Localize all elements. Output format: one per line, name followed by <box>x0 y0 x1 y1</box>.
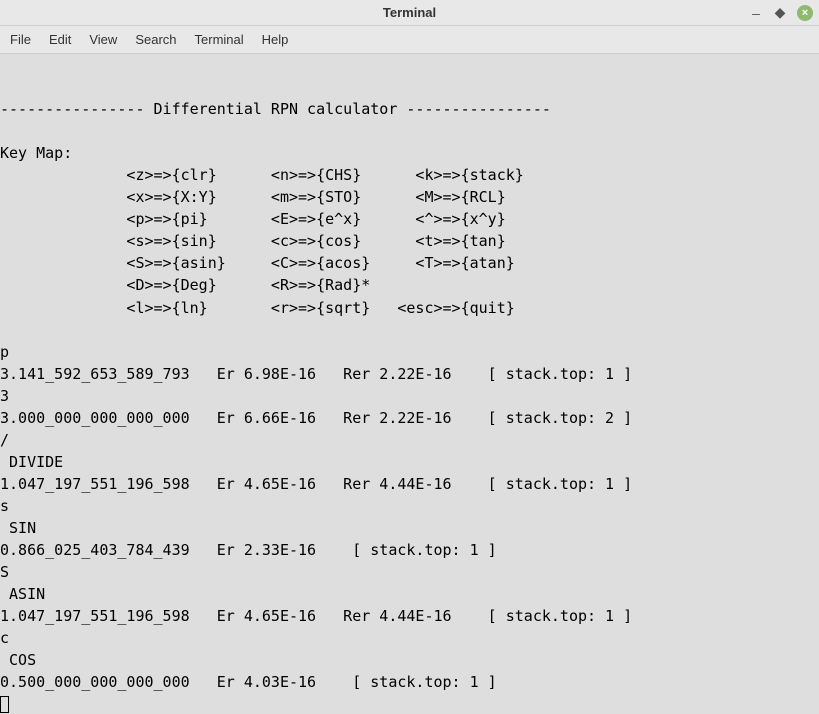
terminal-line: p <box>0 343 9 361</box>
window-controls: – ◆ × <box>749 4 813 21</box>
terminal-line: 3.000_000_000_000_000 Er 6.66E-16 Rer 2.… <box>0 409 632 427</box>
terminal-line: ---------------- Differential RPN calcul… <box>0 100 551 118</box>
terminal-line: / <box>0 431 9 449</box>
terminal-line: <p>=>{pi} <E>=>{e^x} <^>=>{x^y} <box>0 210 506 228</box>
terminal-output[interactable]: ---------------- Differential RPN calcul… <box>0 54 819 714</box>
terminal-line: s <box>0 497 9 515</box>
menu-file[interactable]: File <box>10 32 31 47</box>
terminal-line: <D>=>{Deg} <R>=>{Rad}* <box>0 276 370 294</box>
terminal-line: SIN <box>0 519 36 537</box>
menubar: File Edit View Search Terminal Help <box>0 26 819 54</box>
terminal-line: 3 <box>0 387 9 405</box>
menu-view[interactable]: View <box>89 32 117 47</box>
menu-search[interactable]: Search <box>135 32 176 47</box>
menu-terminal[interactable]: Terminal <box>195 32 244 47</box>
terminal-line: 1.047_197_551_196_598 Er 4.65E-16 Rer 4.… <box>0 475 632 493</box>
terminal-line: <l>=>{ln} <r>=>{sqrt} <esc>=>{quit} <box>0 299 515 317</box>
window-title: Terminal <box>383 5 436 20</box>
terminal-line: 0.866_025_403_784_439 Er 2.33E-16 [ stac… <box>0 541 497 559</box>
terminal-line: ASIN <box>0 585 45 603</box>
terminal-line: <S>=>{asin} <C>=>{acos} <T>=>{atan} <box>0 254 515 272</box>
maximize-icon[interactable]: ◆ <box>773 4 787 21</box>
terminal-line: S <box>0 563 9 581</box>
terminal-line: c <box>0 629 9 647</box>
menu-help[interactable]: Help <box>262 32 289 47</box>
terminal-line: <s>=>{sin} <c>=>{cos} <t>=>{tan} <box>0 232 506 250</box>
terminal-line: Key Map: <box>0 144 72 162</box>
terminal-line: <x>=>{X:Y} <m>=>{STO} <M>=>{RCL} <box>0 188 506 206</box>
terminal-line: 1.047_197_551_196_598 Er 4.65E-16 Rer 4.… <box>0 607 632 625</box>
window-titlebar: Terminal – ◆ × <box>0 0 819 26</box>
terminal-cursor <box>0 696 9 713</box>
close-icon[interactable]: × <box>797 5 813 21</box>
menu-edit[interactable]: Edit <box>49 32 71 47</box>
terminal-line: DIVIDE <box>0 453 63 471</box>
terminal-line: 0.500_000_000_000_000 Er 4.03E-16 [ stac… <box>0 673 497 691</box>
terminal-line: <z>=>{clr} <n>=>{CHS} <k>=>{stack} <box>0 166 524 184</box>
terminal-line: COS <box>0 651 36 669</box>
minimize-icon[interactable]: – <box>749 5 763 21</box>
terminal-line: 3.141_592_653_589_793 Er 6.98E-16 Rer 2.… <box>0 365 632 383</box>
